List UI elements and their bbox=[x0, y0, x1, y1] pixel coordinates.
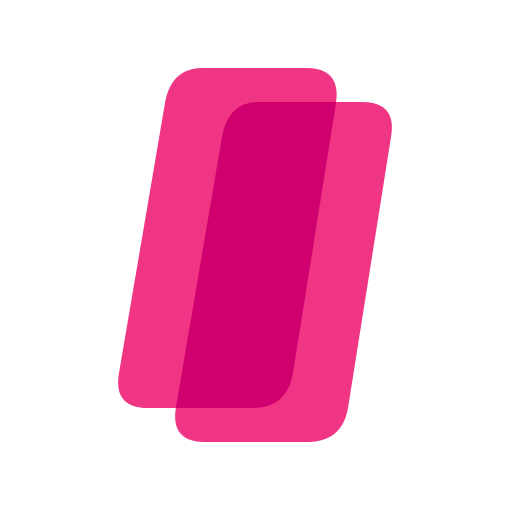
logo-icon bbox=[118, 68, 392, 442]
logo-canvas bbox=[0, 0, 512, 512]
